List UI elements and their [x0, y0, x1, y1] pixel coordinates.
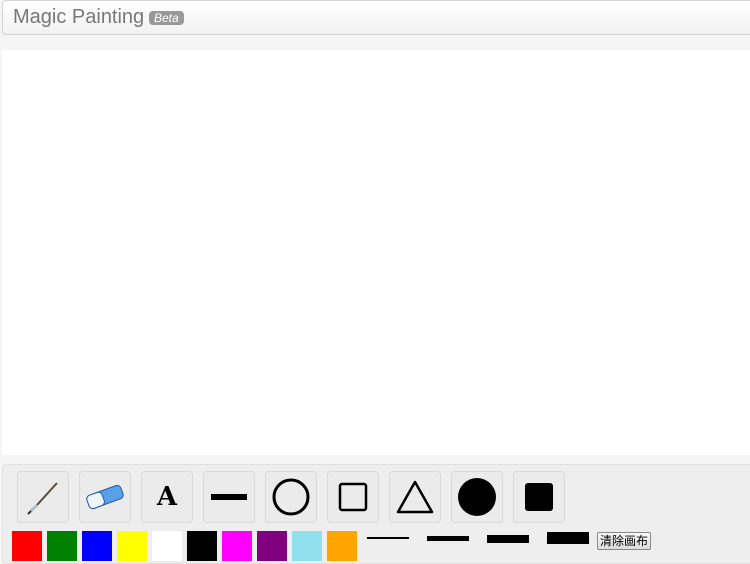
brush-icon — [23, 477, 63, 517]
text-tool-button[interactable]: A — [141, 471, 193, 523]
color-swatch-lightblue[interactable] — [292, 531, 322, 561]
line-width-thick[interactable] — [487, 535, 529, 543]
brush-tool-button[interactable] — [17, 471, 69, 523]
triangle-icon — [395, 479, 435, 515]
color-swatch-yellow[interactable] — [117, 531, 147, 561]
line-tool-button[interactable] — [203, 471, 255, 523]
line-icon — [207, 487, 251, 507]
color-swatch-black[interactable] — [187, 531, 217, 561]
color-swatch-blue[interactable] — [82, 531, 112, 561]
color-swatch-white[interactable] — [152, 531, 182, 561]
clear-canvas-button[interactable]: 清除画布 — [597, 532, 652, 550]
line-width-thin[interactable] — [367, 537, 409, 539]
circle-icon — [271, 477, 311, 517]
filled-square-icon — [523, 481, 555, 513]
drawing-canvas[interactable] — [2, 50, 750, 455]
line-width-extra-thick[interactable] — [547, 532, 589, 544]
top-navbar: Magic Painting Beta — [2, 0, 750, 35]
triangle-tool-button[interactable] — [389, 471, 441, 523]
line-width-medium[interactable] — [427, 536, 469, 541]
eraser-icon — [83, 477, 127, 517]
eraser-tool-button[interactable] — [79, 471, 131, 523]
filled-square-tool-button[interactable] — [513, 471, 565, 523]
color-swatch-red[interactable] — [12, 531, 42, 561]
rectangle-tool-button[interactable] — [327, 471, 379, 523]
filled-circle-icon — [457, 477, 497, 517]
color-swatch-purple[interactable] — [257, 531, 287, 561]
filled-circle-tool-button[interactable] — [451, 471, 503, 523]
color-swatch-green[interactable] — [47, 531, 77, 561]
beta-badge: Beta — [149, 11, 184, 25]
rectangle-icon — [337, 481, 369, 513]
text-icon: A — [156, 482, 178, 512]
circle-tool-button[interactable] — [265, 471, 317, 523]
color-swatch-orange[interactable] — [327, 531, 357, 561]
color-swatch-magenta[interactable] — [222, 531, 252, 561]
app-title: Magic Painting — [13, 6, 145, 28]
